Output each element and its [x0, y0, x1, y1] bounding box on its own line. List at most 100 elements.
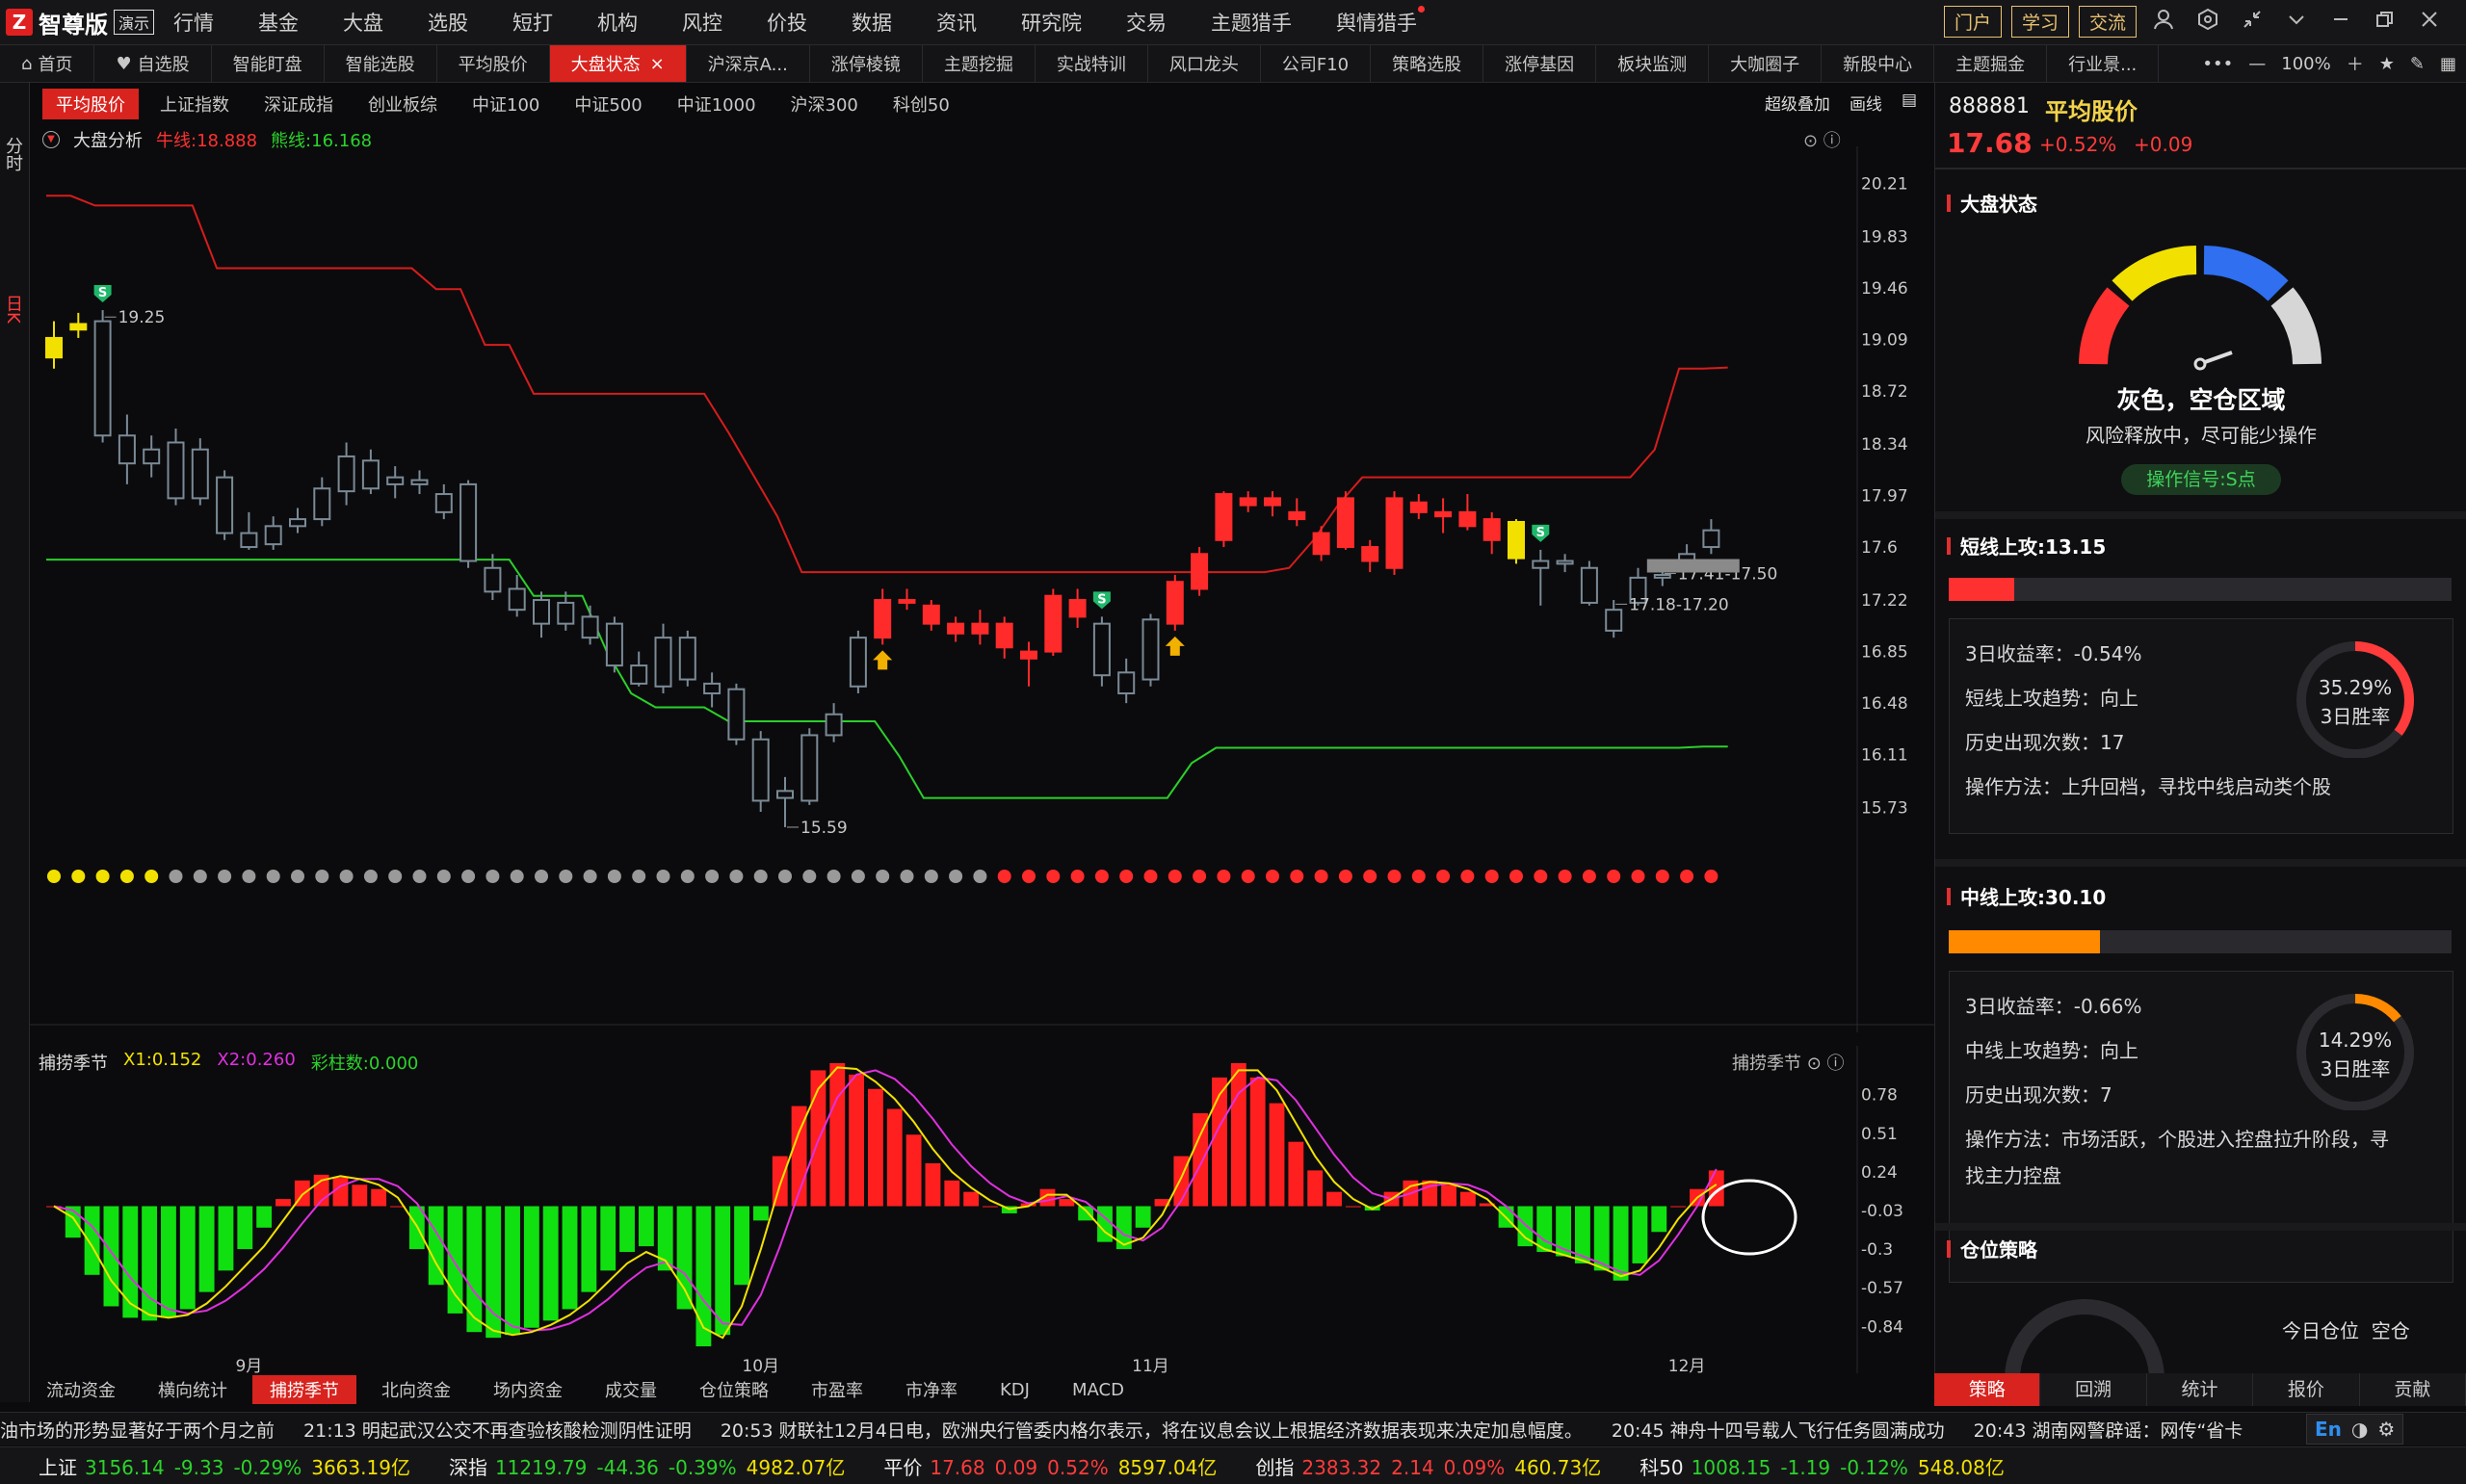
indicator-tab[interactable]: 市净率	[888, 1375, 975, 1404]
right-tab[interactable]: 策略	[1934, 1373, 2041, 1406]
zoom-out-icon[interactable]: —	[2248, 54, 2266, 74]
tab-item[interactable]: 板块监测	[1596, 45, 1710, 82]
tab-item[interactable]: 主题挖掘	[923, 45, 1036, 82]
tab-close-icon[interactable]: ×	[650, 54, 665, 74]
portal-button[interactable]: 门户	[1943, 6, 2002, 38]
indicator-tab[interactable]: 北向资金	[364, 1375, 468, 1404]
app-logo[interactable]: Z 智尊版 演示	[6, 6, 155, 39]
menu-item[interactable]: 大盘	[343, 8, 383, 37]
menu-item[interactable]: 主题猎手	[1211, 8, 1292, 37]
index-chip[interactable]: 中证1000	[664, 89, 770, 119]
indicator-tab[interactable]: KDJ	[983, 1378, 1047, 1402]
tab-item[interactable]: 沪深京A...	[687, 45, 810, 82]
menu-item[interactable]: 选股	[428, 8, 468, 37]
menu-item[interactable]: 价投	[767, 8, 807, 37]
draw-line-button[interactable]: 画线	[1850, 91, 1882, 115]
minimize-icon[interactable]	[2323, 9, 2358, 36]
index-status[interactable]: 平价 17.68 0.09 0.52% 8597.04亿	[883, 1452, 1217, 1480]
tab-item[interactable]: 智能盯盘	[212, 45, 325, 82]
index-chip[interactable]: 沪深300	[777, 89, 872, 119]
index-status[interactable]: 深指 11219.79 -44.36 -0.39% 4982.07亿	[449, 1452, 845, 1480]
tab-label: 主题掘金	[1955, 55, 2026, 75]
zoom-in-icon[interactable]: ＋	[2347, 51, 2364, 76]
index-status[interactable]: 科50 1008.15 -1.19 -0.12% 548.08亿	[1640, 1452, 2005, 1480]
news-item[interactable]: 20:45 神舟十四号载人飞行任务圆满成功	[1612, 1417, 1945, 1443]
user-icon[interactable]	[2146, 9, 2181, 36]
tab-item[interactable]: 主题掘金	[1934, 45, 2048, 82]
sub-help-icons[interactable]: ⊙ ⓘ	[1807, 1054, 1845, 1074]
menu-item[interactable]: 基金	[258, 8, 299, 37]
news-item[interactable]: 20:43 湖南网警辟谣：网传“省卡	[1974, 1417, 2243, 1443]
ime-bar[interactable]: En ◑ ⚙	[2306, 1414, 2404, 1445]
dropdown-icon[interactable]	[2279, 9, 2314, 36]
layout-icon[interactable]: ▤	[1902, 91, 1917, 115]
index-chip[interactable]: 上证指数	[146, 89, 243, 119]
restore-icon[interactable]	[2368, 9, 2402, 36]
menu-item[interactable]: 行情	[173, 8, 214, 37]
settings-icon[interactable]	[2191, 8, 2225, 36]
indicator-tab[interactable]: MACD	[1055, 1378, 1141, 1402]
news-item[interactable]: 21:13 明起武汉公交不再查验核酸检测阴性证明	[303, 1417, 692, 1443]
right-tab[interactable]: 贡献	[2359, 1373, 2466, 1406]
indicator-tab[interactable]: 流动资金	[29, 1375, 133, 1404]
tab-item[interactable]: 策略选股	[1371, 45, 1484, 82]
tab-item[interactable]: 大咖圈子	[1709, 45, 1823, 82]
indicator-tab[interactable]: 成交量	[588, 1375, 674, 1404]
indicator-tab[interactable]: 市盈率	[794, 1375, 880, 1404]
shrink-icon[interactable]	[2235, 9, 2269, 36]
tab-item[interactable]: 智能选股	[325, 45, 437, 82]
indicator-tab[interactable]: 捕捞季节	[252, 1375, 356, 1404]
menu-item[interactable]: 风控	[682, 8, 722, 37]
tab-item[interactable]: ⌂ 首页	[0, 45, 95, 82]
learn-button[interactable]: 学习	[2010, 6, 2069, 38]
index-name: 上证	[39, 1455, 77, 1479]
tab-item[interactable]: ♥ 自选股	[94, 45, 212, 82]
tab-item[interactable]: 大盘状态 ×	[549, 45, 687, 82]
index-chip[interactable]: 创业板综	[354, 89, 451, 119]
tab-item[interactable]: 平均股价	[437, 45, 550, 82]
indicator-tab[interactable]: 横向统计	[141, 1375, 245, 1404]
grid-icon[interactable]: ▦	[2440, 54, 2456, 74]
candlestick-chart[interactable]: 19.2515.5917.41-17.5017.18-17.20 SSS 20.…	[29, 146, 1934, 1032]
period-day-k[interactable]: 日K	[0, 295, 25, 329]
index-chip[interactable]: 科创50	[879, 89, 963, 119]
news-item[interactable]: 油市场的形势显著好于两个月之前	[0, 1417, 275, 1443]
period-fenshi[interactable]: 分时	[0, 137, 25, 177]
close-icon[interactable]	[2412, 9, 2447, 36]
tab-item[interactable]: 新股中心	[1822, 45, 1935, 82]
star-icon[interactable]: ★	[2379, 54, 2395, 74]
menu-item[interactable]: 资讯	[936, 8, 977, 37]
oscillator-chart[interactable]: 0.78 0.51 0.24 -0.03 -0.3 -0.57 -0.84 9月 10月 11月…	[29, 1046, 1934, 1373]
tab-item[interactable]: 涨停棱镜	[810, 45, 923, 82]
super-overlay-button[interactable]: 超级叠加	[1765, 91, 1830, 115]
indicator-tab[interactable]: 场内资金	[476, 1375, 580, 1404]
menu-item[interactable]: 研究院	[1021, 8, 1082, 37]
menu-item[interactable]: 机构	[597, 8, 638, 37]
exchange-button[interactable]: 交流	[2078, 6, 2137, 38]
index-chip[interactable]: 深证成指	[250, 89, 347, 119]
menu-item[interactable]: 短打	[512, 8, 553, 37]
tab-item[interactable]: 公司F10	[1261, 45, 1372, 82]
index-status[interactable]: 上证 3156.14 -9.33 -0.29% 3663.19亿	[39, 1452, 410, 1480]
right-tab[interactable]: 统计	[2146, 1373, 2254, 1406]
tab-item[interactable]: 涨停基因	[1483, 45, 1597, 82]
status-dot	[559, 870, 573, 883]
tab-item[interactable]: 实战特训	[1036, 45, 1148, 82]
edit-icon[interactable]: ✎	[2410, 54, 2425, 74]
news-ticker[interactable]: 油市场的形势显著好于两个月之前 21:13 明起武汉公交不再查验核酸检测阴性证明 2…	[0, 1412, 2466, 1445]
index-chip[interactable]: 平均股价	[42, 89, 139, 119]
index-chip[interactable]: 中证500	[561, 89, 655, 119]
index-chip[interactable]: 中证100	[459, 89, 553, 119]
news-item[interactable]: 20:53 财联社12月4日电，欧洲央行管委内格尔表示，将在议息会议上根据经济数…	[721, 1417, 1583, 1443]
oscillator-bar	[237, 1206, 253, 1250]
tab-item[interactable]: 风口龙头	[1148, 45, 1261, 82]
menu-item[interactable]: 交易	[1126, 8, 1167, 37]
right-tab[interactable]: 回溯	[2040, 1373, 2147, 1406]
right-tab[interactable]: 报价	[2253, 1373, 2360, 1406]
tab-item[interactable]: 行业景...	[2047, 45, 2160, 82]
menu-item[interactable]: 数据	[852, 8, 892, 37]
more-icon[interactable]: •••	[2202, 54, 2233, 74]
menu-item[interactable]: 舆情猎手	[1336, 6, 1425, 37]
indicator-tab[interactable]: 仓位策略	[682, 1375, 786, 1404]
index-status[interactable]: 创指 2383.32 2.14 0.09% 460.73亿	[1255, 1452, 1601, 1480]
